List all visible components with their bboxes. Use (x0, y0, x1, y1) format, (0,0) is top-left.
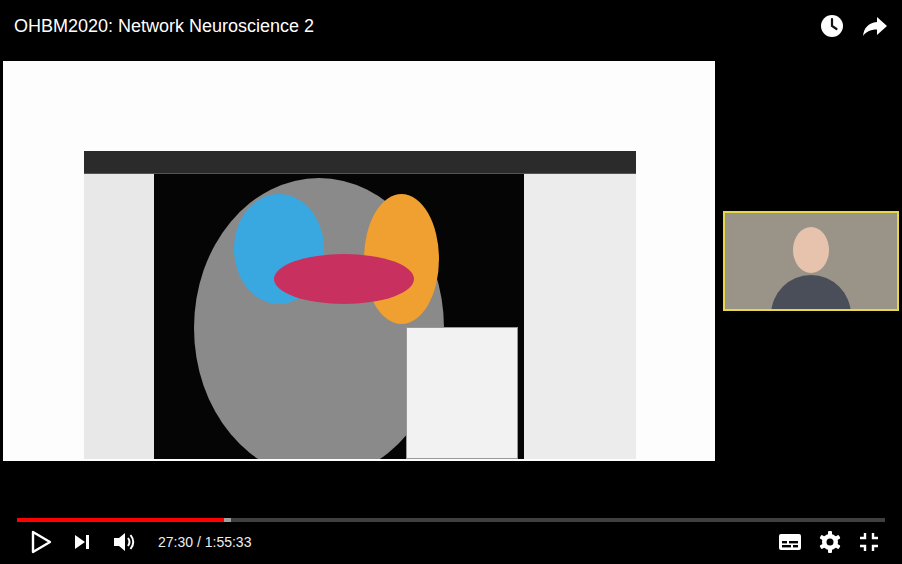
subtitles-icon[interactable] (778, 532, 802, 552)
settings-gear-icon[interactable] (818, 530, 842, 554)
video-player[interactable]: OHBM2020: Network Neuroscience 2 27:30 / … (0, 0, 902, 564)
slide-picture (3, 61, 715, 461)
volume-icon[interactable] (112, 530, 138, 554)
top-bar: OHBM2020: Network Neuroscience 2 (0, 0, 902, 52)
next-icon[interactable] (72, 532, 92, 552)
watch-later-clock-icon[interactable] (820, 14, 844, 38)
progress-bar[interactable] (17, 518, 885, 522)
speaker-webcam-picture (723, 211, 899, 311)
embedded-screenshot-picture (84, 151, 636, 459)
time-display: 27:30 / 1:55:33 (158, 534, 251, 550)
play-icon[interactable] (30, 530, 52, 554)
video-frame[interactable] (0, 60, 902, 462)
video-title[interactable]: OHBM2020: Network Neuroscience 2 (14, 16, 314, 37)
exit-fullscreen-icon[interactable] (858, 531, 880, 553)
control-bar: 27:30 / 1:55:33 (0, 522, 902, 562)
share-arrow-icon[interactable] (862, 14, 888, 38)
